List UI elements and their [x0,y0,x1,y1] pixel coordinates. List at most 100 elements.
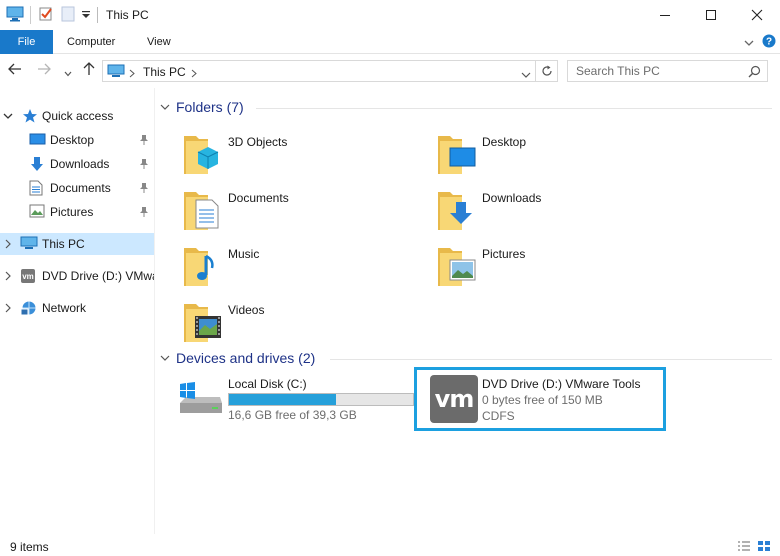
folder-name: Downloads [482,191,542,205]
devices-group-header[interactable]: Devices and drives (2) [160,350,315,366]
desktop-icon [29,132,46,150]
pictures-icon [29,204,45,221]
sidebar-item-label: Network [42,301,87,315]
this-pc-icon [107,64,125,82]
address-dropdown-icon[interactable] [521,68,531,82]
maximize-button[interactable] [688,0,734,30]
refresh-button[interactable] [536,60,558,82]
folder-name: Music [228,247,260,261]
drive-free-space: 16,6 GB free of 39,3 GB [228,408,357,422]
sidebar-item-desktop[interactable]: Desktop [0,129,154,151]
sidebar-item-label: Pictures [50,205,94,219]
status-bar: 9 items [0,534,780,556]
sidebar-item-label: Quick access [42,109,114,123]
title-separator [30,6,31,24]
item-count: 9 items [10,540,49,554]
folders-group-header[interactable]: Folders (7) [160,99,244,115]
sidebar-item-documents[interactable]: Documents [0,177,154,199]
sidebar-item-quick-access[interactable]: Quick access [0,105,154,127]
sidebar-item-label: This PC [42,237,85,251]
content-pane: Folders (7) 3D Objects Desktop Documents… [156,88,780,534]
disk-usage-bar [228,393,414,406]
search-box[interactable] [567,60,768,82]
this-pc-icon [20,236,38,254]
folder-name: 3D Objects [228,135,288,149]
folder-name: Desktop [482,135,527,149]
folder-name: Videos [228,303,265,317]
properties-icon[interactable] [38,6,54,25]
title-separator [97,7,98,23]
pin-icon[interactable] [139,134,149,149]
document-icon [29,180,43,199]
sidebar-item-pictures[interactable]: Pictures [0,201,154,223]
drive-local-disk[interactable]: Local Disk (C:) 16,6 GB free of 39,3 GB [176,375,416,431]
downloads-folder-icon [438,186,478,233]
download-arrow-icon [29,156,45,175]
network-icon [20,300,38,319]
chevron-down-icon[interactable] [3,110,13,124]
recent-locations-icon[interactable] [64,66,72,80]
new-folder-icon[interactable] [61,6,75,25]
disk-usage-fill [229,394,336,405]
chevron-down-icon[interactable] [160,350,170,366]
svg-text:?: ? [766,37,772,48]
address-path: This PC [143,65,186,79]
large-icons-view-icon[interactable] [757,540,771,555]
svg-text:vm: vm [22,272,34,281]
back-arrow-icon[interactable] [8,63,22,78]
sidebar-item-this-pc[interactable]: This PC [0,233,154,255]
tab-file[interactable]: File [0,30,53,54]
desktop-folder-icon [438,130,478,177]
ribbon-tabs: File Computer View ? [0,30,780,54]
star-icon [22,108,38,127]
folders-header-label: Folders (7) [176,99,244,115]
music-folder-icon [184,242,224,289]
local-disk-icon [176,381,222,420]
navigation-bar: This PC [0,54,780,88]
folder-name: Pictures [482,247,526,261]
chevron-right-icon[interactable] [191,67,197,81]
sidebar-item-label: Desktop [50,133,95,147]
tab-computer[interactable]: Computer [67,30,115,54]
sidebar-item-network[interactable]: Network [0,297,154,319]
chevron-right-icon[interactable] [3,302,13,316]
3d-objects-folder-icon [184,130,224,177]
window-title: This PC [106,8,149,22]
drive-name: Local Disk (C:) [228,377,307,391]
search-icon[interactable] [748,65,761,81]
sidebar-item-label: Downloads [50,157,110,171]
title-bar: This PC [0,0,780,30]
chevron-right-icon[interactable] [3,238,13,252]
navigation-pane: Quick access Desktop Downloads Documents [0,88,155,534]
pictures-folder-icon [438,242,478,289]
up-arrow-icon[interactable] [83,62,95,79]
dvd-drive-icon: vm [20,268,36,287]
search-input[interactable] [568,61,738,81]
customize-toolbar-icon[interactable] [81,9,91,23]
sidebar-item-dvd-drive[interactable]: vm DVD Drive (D:) VMware Tools [0,265,154,287]
chevron-down-icon[interactable] [160,99,170,115]
minimize-button[interactable] [642,0,688,30]
close-button[interactable] [734,0,780,30]
details-view-icon[interactable] [737,540,751,555]
tab-view[interactable]: View [147,30,171,54]
forward-arrow-icon[interactable] [37,63,51,78]
folder-name: Documents [228,191,289,205]
help-icon[interactable]: ? [762,34,776,51]
sidebar-item-downloads[interactable]: Downloads [0,153,154,175]
expand-ribbon-icon[interactable] [744,36,754,50]
videos-folder-icon [184,298,224,345]
selection-highlight [414,367,666,431]
devices-header-label: Devices and drives (2) [176,350,316,366]
this-pc-icon[interactable] [6,6,24,25]
refresh-icon [541,65,552,76]
sidebar-item-label: DVD Drive (D:) VMware Tools [42,269,154,283]
group-divider [330,359,772,360]
sidebar-item-label: Documents [50,181,111,195]
chevron-right-icon[interactable] [3,270,13,284]
pin-icon[interactable] [139,158,149,173]
pin-icon[interactable] [139,206,149,221]
pin-icon[interactable] [139,182,149,197]
chevron-right-icon[interactable] [129,67,135,81]
address-bar[interactable]: This PC [102,60,536,82]
